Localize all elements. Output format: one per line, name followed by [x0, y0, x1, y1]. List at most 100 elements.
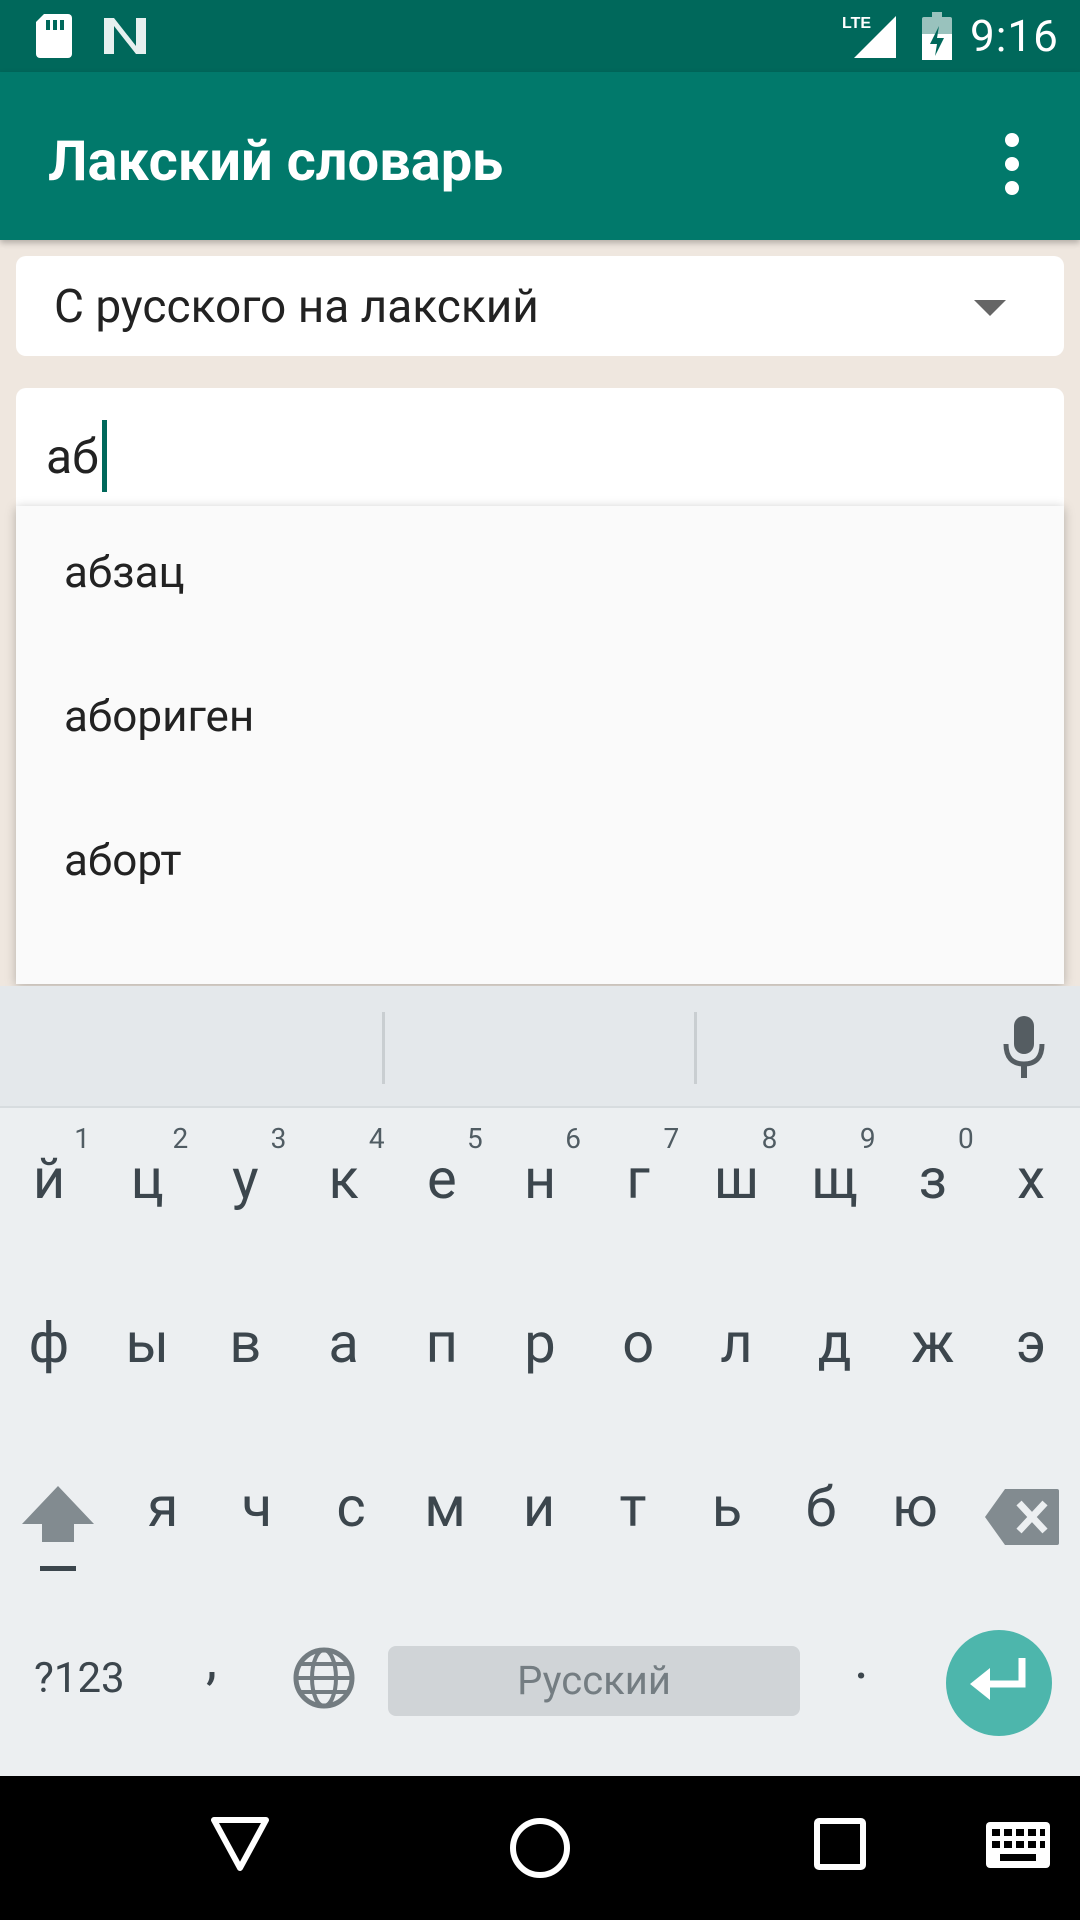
- enter-key[interactable]: [946, 1630, 1052, 1736]
- key-label: я: [147, 1474, 179, 1540]
- key-label: т: [619, 1474, 647, 1540]
- key-hint-number: 7: [663, 1122, 680, 1155]
- home-icon[interactable]: [508, 1816, 572, 1884]
- key-hint-number: 6: [565, 1122, 581, 1155]
- keyboard-suggestion-strip: [0, 986, 1080, 1108]
- key-label: й: [32, 1146, 66, 1212]
- key-label: и: [522, 1474, 556, 1540]
- key-ю[interactable]: ю: [866, 1450, 964, 1570]
- key-label: л: [720, 1310, 753, 1376]
- key-label: м: [424, 1474, 466, 1540]
- key-з[interactable]: з0: [884, 1122, 982, 1242]
- key-label: к: [328, 1146, 359, 1212]
- suggestion-item[interactable]: абориген: [64, 690, 254, 742]
- key-label: ы: [125, 1310, 169, 1376]
- divider: [694, 1012, 697, 1084]
- key-label: ф: [28, 1310, 70, 1376]
- more-vert-icon[interactable]: [990, 128, 1034, 224]
- search-input[interactable]: аб: [16, 388, 1064, 508]
- key-label: б: [805, 1474, 837, 1540]
- key-м[interactable]: м: [396, 1450, 494, 1570]
- key-label: з: [918, 1146, 948, 1212]
- key-label: в: [229, 1310, 262, 1376]
- key-ы[interactable]: ы: [98, 1286, 196, 1406]
- search-value: аб: [46, 428, 99, 485]
- app-bar: Лакский словарь: [0, 72, 1080, 240]
- period-key[interactable]: .: [854, 1626, 869, 1692]
- divider: [382, 1012, 385, 1084]
- direction-spinner[interactable]: С русского на лакский: [16, 256, 1064, 356]
- key-label: х: [1017, 1146, 1045, 1212]
- key-label: ц: [130, 1146, 164, 1212]
- key-р[interactable]: р: [491, 1286, 589, 1406]
- sd-card-icon: [36, 14, 72, 62]
- key-с[interactable]: с: [302, 1450, 400, 1570]
- globe-icon[interactable]: [292, 1646, 356, 1714]
- key-х[interactable]: х: [982, 1122, 1080, 1242]
- key-hint-number: 8: [761, 1122, 778, 1155]
- key-ч[interactable]: ч: [208, 1450, 306, 1570]
- key-label: а: [328, 1310, 359, 1376]
- key-ь[interactable]: ь: [678, 1450, 776, 1570]
- key-й[interactable]: й1: [0, 1122, 98, 1242]
- key-а[interactable]: а: [295, 1286, 393, 1406]
- symbols-key[interactable]: ?123: [34, 1654, 125, 1703]
- battery-icon: [922, 12, 952, 64]
- key-к[interactable]: к4: [295, 1122, 393, 1242]
- key-ж[interactable]: ж: [884, 1286, 982, 1406]
- mic-icon[interactable]: [1002, 1016, 1046, 1084]
- key-и[interactable]: и: [490, 1450, 588, 1570]
- key-д[interactable]: д: [786, 1286, 884, 1406]
- key-hint-number: 1: [74, 1122, 90, 1155]
- key-label: н: [523, 1146, 557, 1212]
- key-hint-number: 0: [958, 1122, 974, 1155]
- key-hint-number: 3: [270, 1122, 287, 1155]
- key-у[interactable]: у3: [196, 1122, 294, 1242]
- backspace-icon[interactable]: [985, 1489, 1059, 1549]
- key-п[interactable]: п: [393, 1286, 491, 1406]
- back-icon[interactable]: [210, 1816, 270, 1876]
- svg-text:LTE: LTE: [842, 15, 871, 32]
- shift-icon[interactable]: [20, 1486, 96, 1580]
- n-logo-icon: [102, 16, 148, 60]
- key-label: г: [626, 1146, 650, 1212]
- keyboard: й1ц2у3к4е5н6г7ш8щ9з0х фывапролджэ ячсмит…: [0, 986, 1080, 1776]
- suggestions-dropdown: абзац абориген аборт: [16, 506, 1064, 984]
- key-е[interactable]: е5: [393, 1122, 491, 1242]
- key-label: п: [425, 1310, 458, 1376]
- lte-signal-icon: LTE: [842, 12, 898, 62]
- key-hint-number: 2: [172, 1122, 189, 1155]
- enter-icon: [970, 1658, 1026, 1700]
- key-э[interactable]: э: [982, 1286, 1080, 1406]
- key-label: э: [1015, 1310, 1047, 1376]
- suggestion-item[interactable]: аборт: [64, 834, 182, 886]
- key-б[interactable]: б: [772, 1450, 870, 1570]
- keyboard-icon[interactable]: [986, 1822, 1050, 1872]
- key-hint-number: 5: [467, 1122, 483, 1155]
- key-щ[interactable]: щ9: [786, 1122, 884, 1242]
- key-н[interactable]: н6: [491, 1122, 589, 1242]
- comma-key[interactable]: ,: [206, 1626, 217, 1692]
- key-label: ч: [241, 1474, 273, 1540]
- key-label: е: [426, 1146, 457, 1212]
- key-я[interactable]: я: [114, 1450, 212, 1570]
- key-г[interactable]: г7: [589, 1122, 687, 1242]
- space-key[interactable]: Русский: [388, 1646, 800, 1716]
- status-time: 9:16: [970, 10, 1059, 62]
- navigation-bar: [0, 1776, 1080, 1920]
- key-т[interactable]: т: [584, 1450, 682, 1570]
- key-ш[interactable]: ш8: [687, 1122, 785, 1242]
- key-label: с: [336, 1474, 366, 1540]
- suggestion-item[interactable]: абзац: [64, 546, 185, 598]
- key-label: о: [622, 1310, 655, 1376]
- recent-apps-icon[interactable]: [814, 1818, 866, 1874]
- key-ф[interactable]: ф: [0, 1286, 98, 1406]
- key-label: у: [232, 1146, 259, 1212]
- key-о[interactable]: о: [589, 1286, 687, 1406]
- key-л[interactable]: л: [687, 1286, 785, 1406]
- key-в[interactable]: в: [196, 1286, 294, 1406]
- key-hint-number: 4: [368, 1122, 385, 1155]
- key-label: ю: [892, 1474, 938, 1540]
- key-ц[interactable]: ц2: [98, 1122, 196, 1242]
- key-label: ш: [713, 1146, 760, 1212]
